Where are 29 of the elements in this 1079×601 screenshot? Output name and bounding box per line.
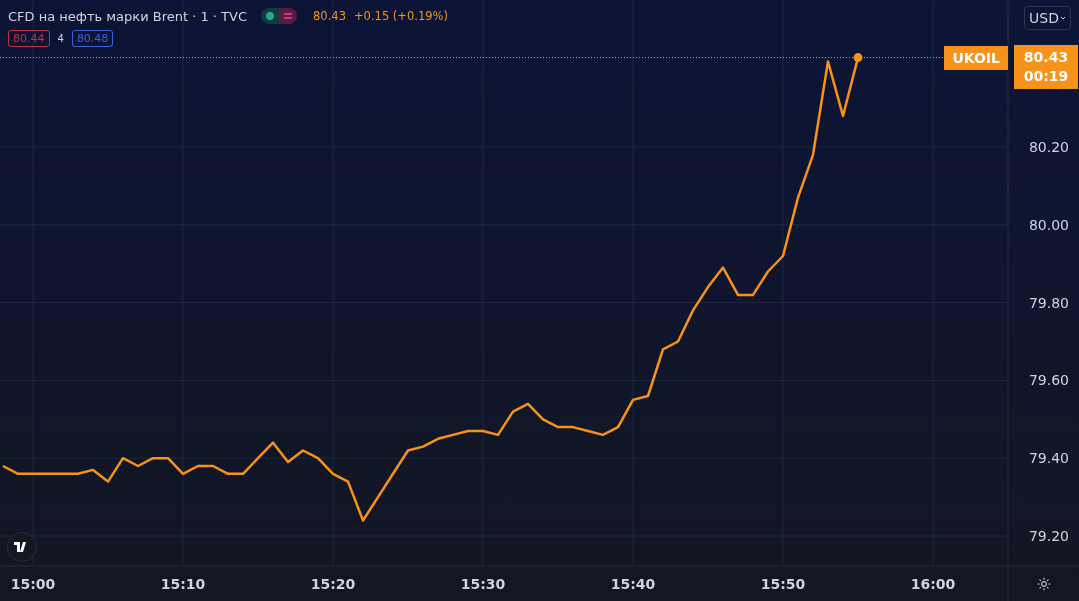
price-tick-label: 79.80 [1028, 294, 1069, 311]
price-tick-label: 79.60 [1028, 372, 1069, 389]
bid-price[interactable]: 80.44 [8, 30, 50, 47]
caret-icon [1060, 16, 1066, 20]
price-tick-label: 80.20 [1028, 139, 1069, 156]
status-dot-icon [266, 12, 275, 20]
symbol-label: UKOIL [944, 46, 1008, 70]
logo-icon[interactable] [7, 532, 37, 562]
price-tick-label: 79.40 [1028, 450, 1069, 467]
time-tick-label: 15:00 [10, 576, 56, 592]
time-tick-label: 15:30 [460, 576, 506, 592]
ask-price[interactable]: 80.48 [71, 30, 114, 47]
price-tick-label: 80.00 [1028, 216, 1069, 233]
symbol-title: CFD на нефть марки Brent · 1 · TVC [8, 8, 248, 24]
market-status-toggle[interactable] [261, 8, 298, 24]
settings-icon[interactable] [1037, 577, 1051, 591]
currency-button[interactable]: USD [1024, 6, 1071, 30]
time-tick-label: 15:10 [160, 576, 206, 592]
last-price: 80.43 [313, 9, 346, 23]
time-tick-label: 15:20 [310, 576, 356, 592]
wave-lines-icon [283, 12, 294, 20]
last-price-dot [853, 53, 863, 63]
price-badge: 80.43 00:19 [1014, 45, 1078, 89]
time-tick-label: 16:00 [910, 576, 956, 592]
time-tick-label: 15:50 [760, 576, 806, 592]
price-tick-label: 79.20 [1028, 528, 1069, 545]
time-tick-label: 15:40 [610, 576, 656, 592]
spread-value: 4 [57, 33, 64, 44]
price-change: +0.15 (+0.19%) [353, 9, 448, 23]
